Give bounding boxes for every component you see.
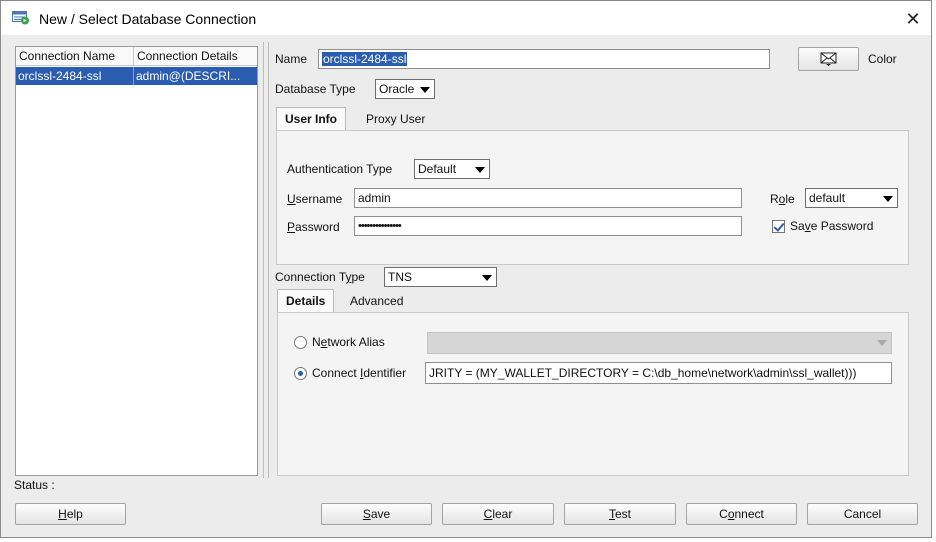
chevron-down-icon (475, 167, 485, 173)
database-type-label: Database Type (275, 82, 356, 96)
name-value: orclssl-2484-ssl (322, 52, 408, 66)
network-alias-select[interactable] (427, 332, 892, 354)
chevron-down-icon (883, 196, 893, 202)
color-button[interactable] (798, 47, 859, 71)
connect-identifier-field[interactable]: JRITY = (MY_WALLET_DIRECTORY = C:\db_hom… (425, 362, 892, 384)
connections-list[interactable]: Connection Name Connection Details orcls… (15, 46, 258, 476)
column-header-connection-name[interactable]: Connection Name (16, 47, 134, 66)
database-connection-icon (12, 11, 30, 25)
username-field[interactable]: admin (354, 188, 742, 208)
chevron-down-icon (877, 340, 887, 346)
authentication-type-value: Default (418, 162, 457, 176)
connection-details-cell: admin@(DESCRI... (136, 69, 241, 83)
username-value: admin (358, 191, 391, 205)
panel-splitter[interactable] (263, 42, 269, 478)
role-select[interactable]: default (805, 188, 898, 208)
envelope-icon (820, 52, 838, 72)
tab-details[interactable]: Details (277, 289, 335, 313)
connection-name-cell: orclssl-2484-ssl (16, 67, 134, 85)
connection-type-label: Connection Type (275, 270, 365, 284)
color-label: Color (868, 52, 897, 66)
tab-proxy-user[interactable]: Proxy User (358, 108, 433, 132)
authentication-type-select[interactable]: Default (414, 159, 490, 179)
database-type-value: Oracle (379, 82, 415, 96)
connect-identifier-label: Connect Identifier (312, 366, 407, 380)
title-bar: New / Select Database Connection ✕ (1, 1, 931, 35)
name-field[interactable]: orclssl-2484-ssl (318, 49, 770, 69)
password-field[interactable]: ••••••••••••••• (354, 216, 742, 236)
tab-advanced[interactable]: Advanced (342, 290, 411, 314)
connect-identifier-value: JRITY = (MY_WALLET_DIRECTORY = C:\db_hom… (429, 366, 857, 380)
username-label: Username (287, 192, 343, 206)
database-type-select[interactable]: Oracle (375, 79, 435, 99)
status-label: Status : (14, 478, 55, 492)
name-label: Name (275, 52, 308, 66)
help-button[interactable]: Help (15, 503, 126, 525)
password-value: ••••••••••••••• (358, 220, 402, 232)
chevron-down-icon (482, 275, 492, 281)
role-label: Role (770, 192, 795, 206)
connection-type-select[interactable]: TNS (384, 267, 497, 287)
tab-user-info[interactable]: User Info (276, 107, 347, 131)
chevron-down-icon (420, 87, 430, 93)
save-button[interactable]: Save (321, 503, 432, 525)
close-icon[interactable]: ✕ (897, 6, 929, 32)
save-password-checkbox[interactable] (772, 220, 785, 233)
connection-type-value: TNS (388, 270, 412, 284)
window-title: New / Select Database Connection (39, 11, 257, 27)
test-button[interactable]: Test (564, 503, 676, 525)
role-value: default (809, 191, 846, 205)
password-label: Password (287, 220, 340, 234)
network-alias-label: Network Alias (312, 335, 385, 349)
column-header-connection-details[interactable]: Connection Details (134, 47, 257, 66)
connect-identifier-radio[interactable] (294, 367, 307, 380)
network-alias-radio[interactable] (294, 336, 307, 349)
authentication-type-label: Authentication Type (287, 162, 393, 176)
cancel-button[interactable]: Cancel (807, 503, 918, 525)
connection-row[interactable]: orclssl-2484-ssl admin@(DESCRI... (16, 67, 257, 85)
save-password-label: Save Password (790, 219, 874, 233)
clear-button[interactable]: Clear (442, 503, 554, 525)
connect-button[interactable]: Connect (686, 503, 797, 525)
connections-list-header: Connection Name Connection Details (16, 47, 257, 66)
